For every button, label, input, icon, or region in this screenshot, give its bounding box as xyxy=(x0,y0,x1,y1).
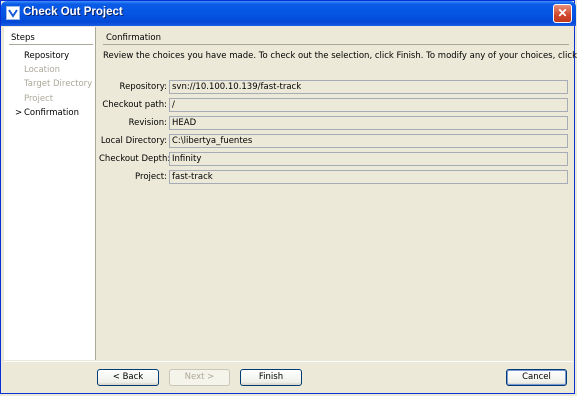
checkout-dialog: Check Out Project ✕ Steps Repository Loc… xyxy=(0,0,577,394)
checkout-path-label: Checkout path: xyxy=(102,100,167,110)
close-icon: ✕ xyxy=(557,6,568,20)
steps-title: Steps xyxy=(11,33,35,43)
close-button[interactable]: ✕ xyxy=(553,4,572,23)
window-title: Check Out Project xyxy=(23,6,123,18)
project-field[interactable]: fast-track xyxy=(169,170,568,184)
checkout-depth-label: Checkout Depth: xyxy=(99,154,171,164)
section-divider xyxy=(103,44,569,45)
repository-field[interactable]: svn://10.100.10.139/fast-track xyxy=(169,80,568,94)
back-button[interactable]: < Back xyxy=(97,369,159,386)
checkout-path-field[interactable]: / xyxy=(169,98,568,112)
button-bar-divider xyxy=(4,361,573,362)
steps-panel: Steps Repository Location Target Directo… xyxy=(4,27,96,360)
project-label: Project: xyxy=(135,172,167,182)
checkout-depth-field[interactable]: Infinity xyxy=(169,152,568,166)
confirmation-description: Review the choices you have made. To che… xyxy=(103,51,577,61)
finish-button[interactable]: Finish xyxy=(240,369,302,386)
step-location: Location xyxy=(24,65,60,75)
dialog-body: Steps Repository Location Target Directo… xyxy=(4,27,577,360)
revision-field[interactable]: HEAD xyxy=(169,116,568,130)
confirmation-panel: Confirmation Review the choices you have… xyxy=(99,27,577,360)
next-button[interactable]: Next > xyxy=(169,369,230,386)
app-icon xyxy=(6,6,20,20)
revision-label: Revision: xyxy=(128,118,167,128)
step-confirmation: Confirmation xyxy=(24,108,79,118)
repository-label: Repository: xyxy=(119,82,167,92)
step-target-directory: Target Directory xyxy=(24,79,93,89)
section-title: Confirmation xyxy=(106,33,161,43)
local-directory-label: Local Directory: xyxy=(100,136,167,146)
local-directory-field[interactable]: C:\libertya_fuentes xyxy=(169,134,568,148)
step-project: Project xyxy=(24,94,54,104)
steps-divider xyxy=(9,44,93,45)
title-bar[interactable]: Check Out Project ✕ xyxy=(1,1,576,26)
current-step-marker: > xyxy=(15,108,23,118)
step-repository: Repository xyxy=(24,51,70,61)
cancel-button[interactable]: Cancel xyxy=(506,369,567,386)
app-logo-icon xyxy=(8,9,18,18)
